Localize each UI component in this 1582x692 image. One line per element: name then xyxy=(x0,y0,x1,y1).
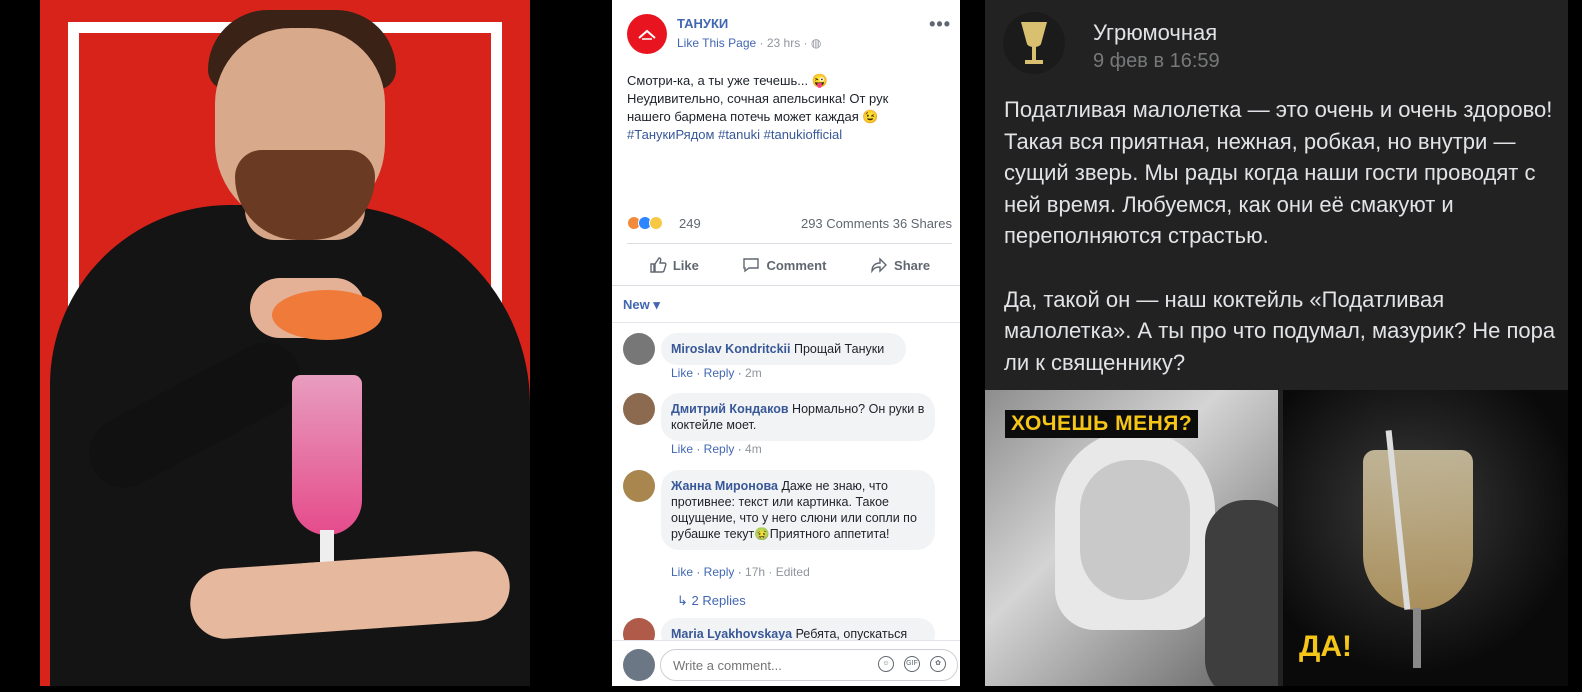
comment-time[interactable]: 17h · Edited xyxy=(745,565,810,579)
post-line: Смотри-ка, а ты уже течешь... 😜 xyxy=(627,73,828,88)
comment-bubble: Miroslav Kondritckii Прощай Тануки xyxy=(661,333,906,365)
vk-post: Угрюмочная 9 фев в 16:59 Податливая мало… xyxy=(985,0,1568,686)
bartender-photo xyxy=(40,0,530,686)
avatar[interactable] xyxy=(623,649,655,681)
post-meta: Like This Page · 23 hrs · ◍ xyxy=(677,36,821,50)
comment: Дмитрий Кондаков Нормально? Он руки в ко… xyxy=(623,393,953,459)
post-actions: Like Comment Share xyxy=(627,252,952,278)
community-name[interactable]: Угрюмочная xyxy=(1093,20,1217,46)
community-avatar[interactable] xyxy=(1003,12,1065,74)
page-name[interactable]: ТАНУКИ xyxy=(677,16,728,31)
post-date[interactable]: 9 фев в 16:59 xyxy=(1093,50,1220,73)
comment-button[interactable]: Comment xyxy=(742,252,826,278)
comment-author[interactable]: Дмитрий Кондаков xyxy=(671,402,789,416)
tanuki-logo-icon xyxy=(638,29,656,40)
divider xyxy=(612,322,960,323)
more-options-icon[interactable]: ••• xyxy=(929,14,951,35)
avatar[interactable] xyxy=(623,470,655,502)
comment: Жанна Миронова Даже не знаю, что противн… xyxy=(623,470,953,582)
haha-reaction-icon xyxy=(649,216,663,230)
comment-time[interactable]: 4m xyxy=(745,442,762,456)
divider xyxy=(612,285,960,286)
post-paragraph: Да, такой он — наш коктейль «Податливая … xyxy=(1004,286,1556,375)
post-stats: 249 293 Comments 36 Shares xyxy=(627,216,952,236)
share-button[interactable]: Share xyxy=(870,252,930,278)
comments-shares-count[interactable]: 293 Comments 36 Shares xyxy=(801,216,952,231)
comment-like-reply[interactable]: Like · Reply · xyxy=(671,565,745,579)
cocktail-glass xyxy=(292,375,362,535)
glass-stem xyxy=(1413,608,1421,668)
comment-like-reply[interactable]: Like · Reply · xyxy=(671,442,745,456)
like-label: Like xyxy=(672,257,699,273)
post-time[interactable]: · 23 hrs · xyxy=(760,36,808,50)
globe-icon: ◍ xyxy=(810,36,822,50)
comment-author[interactable]: Miroslav Kondritckii xyxy=(671,342,790,356)
post-line: нашего бармена потечь может каждая 😉 xyxy=(627,109,879,124)
composer-icons: ☺ GIF ✿ xyxy=(878,656,946,672)
comment-author[interactable]: Maria Lyakhovskaya xyxy=(671,627,792,641)
sticker-icon[interactable]: ✿ xyxy=(930,656,946,672)
comment-author[interactable]: Жанна Миронова xyxy=(671,479,778,493)
cocktail-glass xyxy=(1363,450,1473,610)
post-hashtags[interactable]: #ТанукиРядом #tanuki #tanukiofficial xyxy=(627,126,947,144)
facebook-post: ТАНУКИ Like This Page · 23 hrs · ◍ ••• С… xyxy=(612,0,960,686)
page-avatar[interactable] xyxy=(627,14,667,54)
view-replies-link[interactable]: ↳ 2 Replies xyxy=(677,593,746,609)
thumbs-up-icon xyxy=(650,257,667,273)
reaction-icons[interactable] xyxy=(627,216,663,230)
post-paragraph: Податливая малолетка — это очень и очень… xyxy=(1004,97,1553,249)
comment-time[interactable]: 2m xyxy=(745,366,762,380)
collage: ТАНУКИ Like This Page · 23 hrs · ◍ ••• С… xyxy=(0,0,1582,692)
reaction-count[interactable]: 249 xyxy=(679,216,701,231)
divider xyxy=(627,243,952,244)
comment-bubble: Жанна Миронова Даже не знаю, что противн… xyxy=(661,470,935,550)
emoji-icon[interactable]: ☺ xyxy=(878,656,894,672)
comment-label: Comment xyxy=(766,257,827,273)
post-image-woman[interactable]: ХОЧЕШЬ МЕНЯ? xyxy=(985,390,1278,686)
comment-like-reply[interactable]: Like · Reply · xyxy=(671,366,745,380)
post-image-cocktail[interactable]: ДА! xyxy=(1283,390,1568,686)
comment-actions: Like · Reply · 4m xyxy=(671,442,762,456)
post-text: Податливая малолетка — это очень и очень… xyxy=(1004,94,1559,410)
woman-face xyxy=(1080,460,1190,600)
like-page-link[interactable]: Like This Page xyxy=(677,36,756,50)
comment-sort-dropdown[interactable]: New ▾ xyxy=(623,297,660,313)
man-silhouette xyxy=(1205,500,1278,686)
comment-actions: Like · Reply · 17h · Edited xyxy=(671,565,810,579)
image-caption: ХОЧЕШЬ МЕНЯ? xyxy=(1005,410,1199,438)
image-caption: ДА! xyxy=(1299,630,1353,663)
comment: Miroslav Kondritckii Прощай Тануки Like … xyxy=(623,333,953,383)
like-button[interactable]: Like xyxy=(649,252,699,278)
post-text: Смотри-ка, а ты уже течешь... 😜 Неудивит… xyxy=(627,72,947,144)
grapefruit-half xyxy=(272,290,382,340)
wine-glass-logo-icon xyxy=(1021,22,1047,64)
share-label: Share xyxy=(894,257,931,273)
gif-icon[interactable]: GIF xyxy=(904,656,920,672)
comment-text: Ребята, опускаться xyxy=(795,627,908,641)
avatar[interactable] xyxy=(623,333,655,365)
post-header: ТАНУКИ Like This Page · 23 hrs · ◍ ••• xyxy=(627,14,957,54)
comment-actions: Like · Reply · 2m xyxy=(671,366,762,380)
comment-bubble: Дмитрий Кондаков Нормально? Он руки в ко… xyxy=(661,393,935,441)
avatar[interactable] xyxy=(623,393,655,425)
comment-composer: ☺ GIF ✿ xyxy=(612,640,960,686)
comment-icon xyxy=(743,258,760,273)
comment-text: Прощай Тануки xyxy=(793,342,885,356)
post-line: Неудивительно, сочная апельсинка! От рук xyxy=(627,91,889,106)
share-icon xyxy=(871,257,888,274)
